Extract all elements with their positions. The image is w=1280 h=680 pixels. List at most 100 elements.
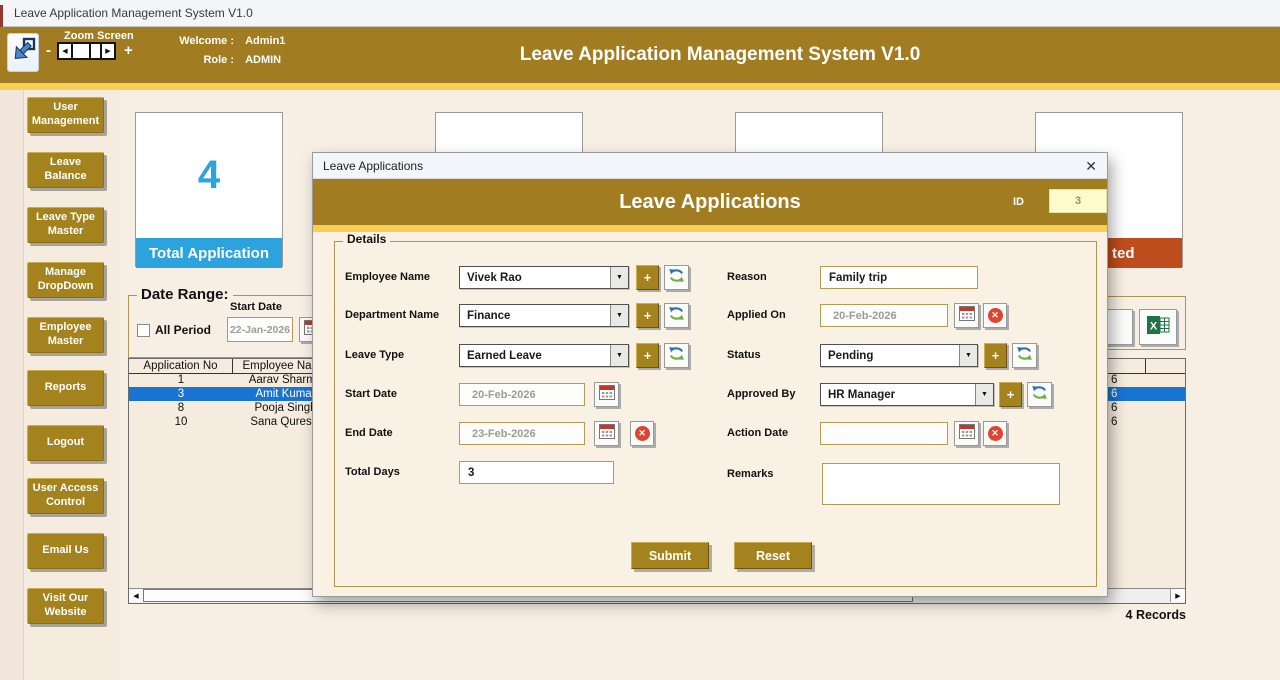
end-date-label: End Date	[345, 427, 455, 439]
refresh-approver-button[interactable]	[1027, 382, 1052, 407]
exit-screen-button[interactable]	[7, 33, 39, 72]
end-date-field[interactable]: 23-Feb-2026	[459, 422, 585, 445]
end-date-calendar-button[interactable]	[594, 421, 619, 446]
total-days-field[interactable]: 3	[459, 461, 614, 484]
sidebar-item-manage-dropdown[interactable]: Manage DropDown	[27, 262, 104, 298]
clear-action-date-button[interactable]: ✕	[983, 421, 1007, 446]
cell-right-fragment: 6	[1111, 401, 1141, 415]
add-employee-button[interactable]: +	[636, 265, 659, 290]
chevron-down-icon[interactable]: ▼	[610, 267, 628, 288]
refresh-icon	[667, 266, 686, 290]
id-field[interactable]: 3	[1049, 189, 1107, 213]
dialog-titlebar: Leave Applications ✕	[313, 153, 1107, 179]
start-date-filter-field[interactable]: 22-Jan-2026	[227, 317, 293, 342]
total-application-count: 4	[136, 113, 282, 238]
details-legend: Details	[343, 232, 390, 246]
zoom-slider-right-arrow[interactable]: ▶	[100, 42, 116, 60]
sidebar-item-leave-type-master[interactable]: Leave Type Master	[27, 207, 104, 243]
remarks-field[interactable]	[822, 463, 1060, 505]
submit-button[interactable]: Submit	[631, 542, 709, 569]
all-period-checkbox[interactable]	[137, 324, 150, 337]
status-combobox[interactable]: Pending ▼	[820, 344, 978, 367]
total-application-card-bar: Total Application	[136, 238, 282, 268]
sidebar-item-email-us[interactable]: Email Us	[27, 533, 104, 569]
chevron-down-icon[interactable]: ▼	[975, 384, 993, 405]
export-excel-button[interactable]: X	[1139, 309, 1177, 345]
add-approver-button[interactable]: +	[999, 382, 1022, 407]
applied-on-calendar-button[interactable]	[954, 303, 979, 328]
add-status-button[interactable]: +	[984, 343, 1007, 368]
sidebar-item-visit-our-website[interactable]: Visit Our Website	[27, 588, 104, 624]
chevron-down-icon[interactable]: ▼	[610, 305, 628, 326]
scroll-left-icon[interactable]: ◀	[129, 589, 144, 602]
reset-button[interactable]: Reset	[734, 542, 812, 569]
cell-right-fragment: 6	[1111, 373, 1141, 387]
sidebar-item-user-management[interactable]: User Management	[27, 97, 104, 133]
zoom-slider[interactable]: ◀ ▶	[57, 42, 114, 60]
sidebar-item-label: Manage DropDown	[28, 266, 103, 294]
close-icon[interactable]: ✕	[1085, 158, 1097, 175]
cell-application-no: 1	[129, 373, 233, 387]
sidebar-item-reports[interactable]: Reports	[27, 370, 104, 406]
action-date-calendar-button[interactable]	[954, 421, 979, 446]
all-period-label: All Period	[155, 323, 211, 337]
sidebar-item-label: User Access Control	[28, 482, 103, 510]
sidebar-item-label: Visit Our Website	[28, 592, 103, 620]
svg-text:X: X	[1149, 320, 1157, 332]
start-date-field[interactable]: 20-Feb-2026	[459, 383, 585, 406]
refresh-department-button[interactable]	[664, 303, 689, 328]
window-titlebar: Leave Application Management System V1.0	[0, 0, 1280, 27]
zoom-slider-thumb[interactable]	[71, 42, 91, 60]
dialog-header-stripe	[313, 225, 1107, 232]
reason-field[interactable]: Family trip	[820, 266, 978, 289]
zoom-in-label[interactable]: +	[124, 42, 133, 59]
column-header-application-no[interactable]: Application No	[129, 359, 233, 373]
leave-type-combobox[interactable]: Earned Leave ▼	[459, 344, 629, 367]
sidebar-item-logout[interactable]: Logout	[27, 425, 104, 461]
department-name-label: Department Name	[345, 309, 455, 321]
clear-end-date-button[interactable]: ✕	[630, 421, 654, 446]
employee-name-label: Employee Name	[345, 271, 455, 283]
sidebar-item-label: Leave Type Master	[28, 211, 103, 239]
chevron-down-icon[interactable]: ▼	[610, 345, 628, 366]
window-title: Leave Application Management System V1.0	[14, 6, 253, 20]
action-date-field[interactable]	[820, 422, 948, 445]
sidebar-item-leave-balance[interactable]: Leave Balance	[27, 152, 104, 188]
remarks-label: Remarks	[727, 468, 837, 480]
employee-name-combobox[interactable]: Vivek Rao ▼	[459, 266, 629, 289]
calendar-icon	[599, 385, 615, 405]
refresh-status-button[interactable]	[1012, 343, 1037, 368]
zoom-out-label[interactable]: -	[46, 42, 51, 59]
left-edge-strip	[0, 90, 24, 680]
department-name-combobox[interactable]: Finance ▼	[459, 304, 629, 327]
clear-applied-on-button[interactable]: ✕	[983, 303, 1007, 328]
refresh-leave-type-button[interactable]	[664, 343, 689, 368]
sidebar-item-user-access-control[interactable]: User Access Control	[27, 478, 104, 514]
leave-type-label: Leave Type	[345, 349, 455, 361]
delete-icon: ✕	[635, 426, 650, 441]
chevron-down-icon[interactable]: ▼	[959, 345, 977, 366]
calendar-icon	[599, 424, 615, 444]
refresh-icon	[1015, 344, 1034, 368]
blue-arrow-icon	[10, 37, 36, 68]
add-leave-type-button[interactable]: +	[636, 343, 659, 368]
total-days-label: Total Days	[345, 466, 455, 478]
delete-icon: ✕	[988, 308, 1003, 323]
scroll-right-icon[interactable]: ▶	[1170, 589, 1185, 602]
applied-on-field[interactable]: 20-Feb-2026	[820, 304, 948, 327]
leave-applications-dialog: Leave Applications ✕ Leave Applications …	[312, 152, 1108, 597]
records-count: 4 Records	[1040, 608, 1186, 622]
app-title: Leave Application Management System V1.0	[160, 27, 1280, 83]
refresh-employee-button[interactable]	[664, 265, 689, 290]
sidebar-item-label: Leave Balance	[28, 156, 103, 184]
id-label: ID	[1013, 196, 1024, 208]
add-department-button[interactable]: +	[636, 303, 659, 328]
start-date-calendar-button[interactable]	[594, 382, 619, 407]
application-window: Leave Application Management System V1.0…	[0, 0, 1280, 680]
combo-value: Finance	[467, 310, 510, 322]
approved-by-combobox[interactable]: HR Manager ▼	[820, 383, 994, 406]
sidebar-item-employee-master[interactable]: Employee Master	[27, 317, 104, 353]
date-range-legend: Date Range:	[137, 286, 233, 303]
dialog-header: Leave Applications	[313, 179, 1107, 225]
delete-icon: ✕	[988, 426, 1003, 441]
